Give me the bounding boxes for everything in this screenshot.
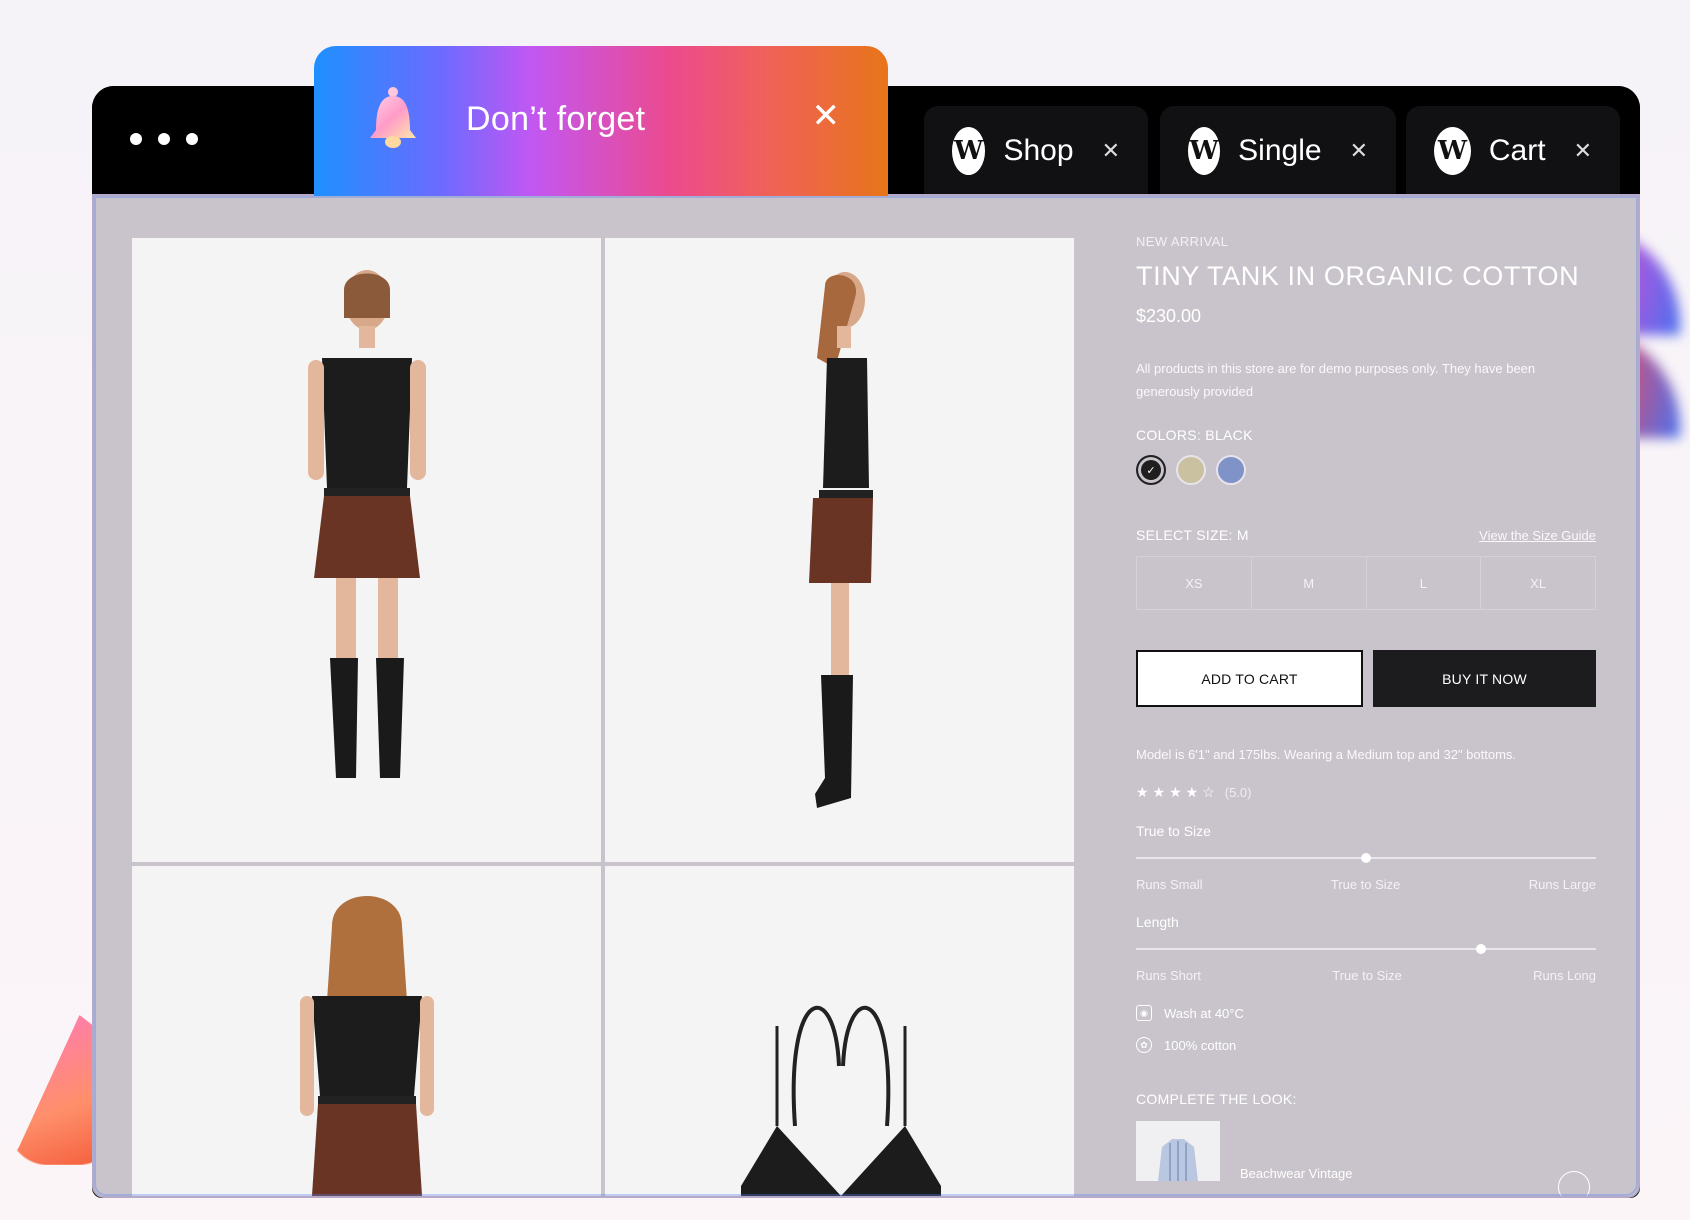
color-swatch-beige[interactable] (1176, 455, 1206, 485)
scale-high: Runs Long (1533, 968, 1596, 983)
model-info: Model is 6'1" and 175lbs. Wearing a Medi… (1136, 747, 1517, 762)
tab-label: Single (1238, 134, 1322, 167)
fit-slider-length (1136, 944, 1596, 954)
look-item-thumbnail (1136, 1121, 1220, 1181)
product-description: All products in this store are for demo … (1136, 361, 1536, 399)
dot-icon (186, 133, 198, 145)
window-menu-dots[interactable] (130, 133, 198, 145)
tank-top-illustration (741, 1005, 941, 1196)
product-title: TINY TANK IN ORGANIC COTTON (1136, 261, 1580, 291)
tab-label: Shop (1003, 134, 1074, 167)
care-item-material: ✿ 100% cotton (1136, 1037, 1596, 1053)
site-logo-icon: W (952, 127, 986, 175)
slider-knob (1361, 853, 1371, 863)
buy-now-button[interactable]: BUY IT NOW (1373, 650, 1596, 707)
notification-tab[interactable]: Don’t forget ✕ (314, 46, 888, 196)
close-icon[interactable]: ✕ (1574, 138, 1592, 164)
add-to-cart-button[interactable]: ADD TO CART (1136, 650, 1363, 707)
scale-mid: True to Size (1332, 968, 1402, 983)
cotton-icon: ✿ (1136, 1037, 1152, 1053)
scale-high: Runs Large (1528, 877, 1596, 892)
look-item[interactable]: Beachwear Vintage (1136, 1121, 1596, 1196)
slider-knob (1476, 944, 1486, 954)
star-rating-icon: ★★★★☆ (1136, 784, 1219, 800)
site-logo-icon: W (1434, 127, 1471, 175)
product-price: $230.00 (1136, 306, 1202, 326)
size-selector: XS M L XL (1136, 556, 1596, 610)
dot-icon (158, 133, 170, 145)
model-front-illustration (308, 270, 426, 778)
notification-text: Don’t forget (466, 100, 646, 138)
site-logo-icon: W (1188, 127, 1221, 175)
shirt-illustration (1158, 1139, 1198, 1181)
size-guide-link[interactable]: View the Size Guide (1479, 528, 1596, 543)
product-image-side[interactable] (605, 238, 1074, 862)
fit-scale-length: Runs Short True to Size Runs Long (1136, 968, 1596, 983)
size-option-l[interactable]: L (1367, 557, 1482, 609)
look-item-name: Beachwear Vintage (1240, 1166, 1353, 1181)
care-text: Wash at 40°C (1164, 1005, 1244, 1021)
product-info: NEW ARRIVAL TINY TANK IN ORGANIC COTTON … (1136, 234, 1596, 1196)
color-swatches: ✓ (1136, 455, 1596, 485)
complete-look-label: COMPLETE THE LOOK: (1136, 1091, 1297, 1107)
scale-low: Runs Short (1136, 968, 1202, 983)
model-side-illustration (809, 272, 873, 808)
size-option-m[interactable]: M (1252, 557, 1367, 609)
product-page: NEW ARRIVAL TINY TANK IN ORGANIC COTTON … (92, 194, 1640, 1198)
tab-cart[interactable]: W Cart ✕ (1406, 106, 1620, 196)
tab-label: Cart (1488, 134, 1546, 167)
product-gallery (132, 238, 1074, 1196)
tab-shop[interactable]: W Shop ✕ (924, 106, 1148, 196)
rating: ★★★★☆ (5.0) (1136, 784, 1596, 801)
tab-single[interactable]: W Single ✕ (1160, 106, 1396, 196)
product-image-back[interactable] (132, 866, 601, 1196)
product-image-flat[interactable] (605, 866, 1074, 1196)
fit-title-length: Length (1136, 914, 1179, 930)
color-swatch-black[interactable]: ✓ (1136, 455, 1166, 485)
add-look-item-button[interactable] (1558, 1171, 1590, 1196)
close-icon[interactable]: ✕ (1102, 138, 1120, 164)
size-label: SELECT SIZE: M (1136, 527, 1249, 543)
care-text: 100% cotton (1164, 1037, 1237, 1053)
scale-mid: True to Size (1330, 877, 1401, 892)
fit-scale-size: Runs Small True to Size Runs Large (1136, 877, 1596, 892)
dot-icon (130, 133, 142, 145)
size-option-xs[interactable]: XS (1137, 557, 1252, 609)
size-option-xl[interactable]: XL (1481, 557, 1595, 609)
product-eyebrow: NEW ARRIVAL (1136, 234, 1229, 249)
colors-label: COLORS: BLACK (1136, 427, 1253, 443)
model-back-illustration (300, 896, 434, 1196)
washing-icon: ◉ (1136, 1005, 1152, 1021)
fit-slider-size (1136, 853, 1596, 863)
size-header: SELECT SIZE: M View the Size Guide (1136, 527, 1596, 543)
purchase-buttons: ADD TO CART BUY IT NOW (1136, 650, 1596, 707)
check-icon: ✓ (1146, 464, 1156, 477)
product-image-front[interactable] (132, 238, 601, 862)
close-icon[interactable]: ✕ (812, 96, 841, 136)
color-swatch-blue[interactable] (1216, 455, 1246, 485)
bell-icon (370, 87, 416, 148)
fit-title-size: True to Size (1136, 823, 1211, 839)
care-item-wash: ◉ Wash at 40°C (1136, 1005, 1596, 1021)
close-icon[interactable]: ✕ (1350, 138, 1368, 164)
scale-low: Runs Small (1136, 877, 1203, 892)
rating-value: (5.0) (1224, 785, 1252, 800)
